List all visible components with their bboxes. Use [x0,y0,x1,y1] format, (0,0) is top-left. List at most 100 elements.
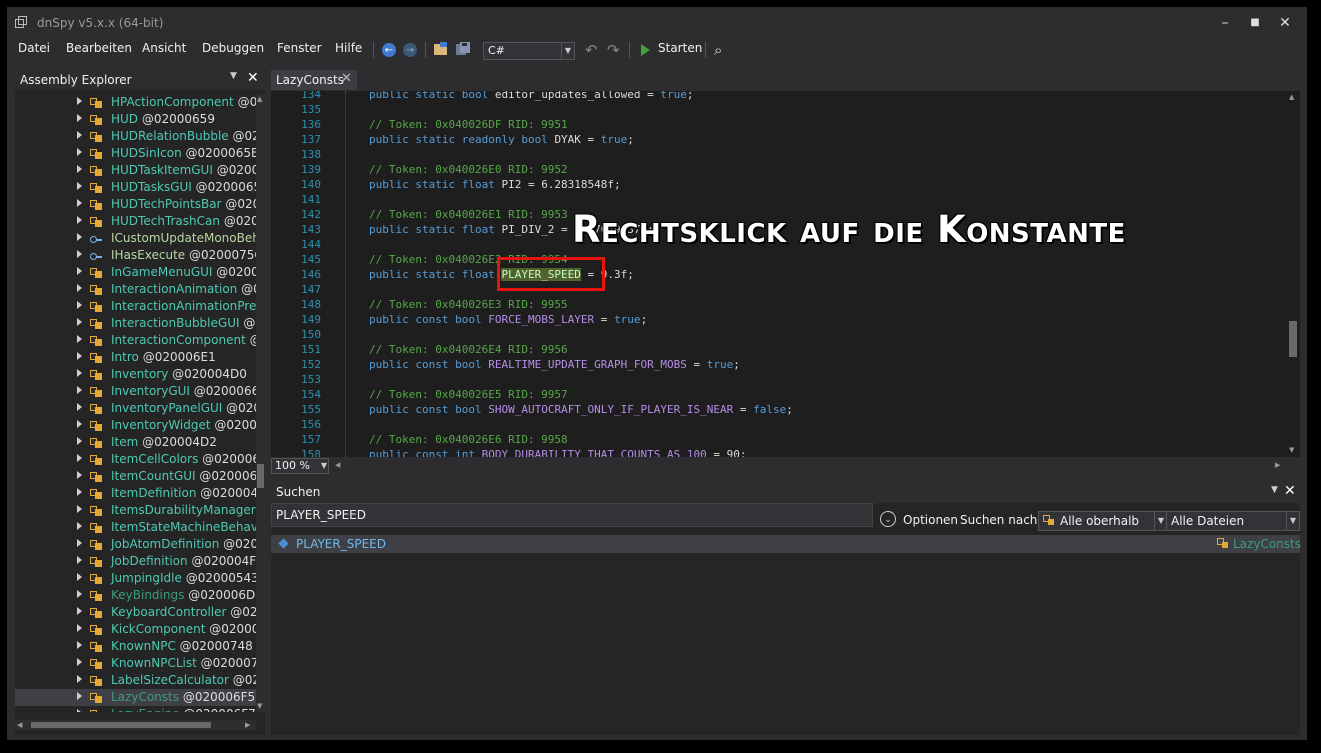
tree-item[interactable]: LazyEngine @020006F7 [15,706,256,712]
horizontal-scrollbar[interactable]: ◀ ▶ [335,461,1285,469]
tree-item[interactable]: ICustomUpdateMonoBeh [15,230,256,247]
tree-item[interactable]: HUDTasksGUI @0200065D [15,179,256,196]
minimize-button[interactable]: – [1211,13,1239,33]
scroll-down-icon[interactable]: ▼ [257,702,262,710]
tree-item[interactable]: InteractionComponent @ [15,332,256,349]
tree-item[interactable]: IHasExecute @0200075C [15,247,256,264]
tree-item[interactable]: KickComponent @020005 [15,621,256,638]
tree-item[interactable]: InteractionAnimationPres [15,298,256,315]
menu-fenster[interactable]: Fenster [277,41,322,55]
scope-select[interactable]: Alle Dateien ▼ [1166,511,1300,531]
expand-arrow-icon[interactable] [77,590,82,598]
tree-item[interactable]: Inventory @020004D0 [15,366,256,383]
expand-arrow-icon[interactable] [77,233,82,241]
vertical-scrollbar[interactable]: ▲ ▼ [256,94,265,712]
tree-item[interactable]: Item @020004D2 [15,434,256,451]
code-token[interactable]: SHOW_AUTOCRAFT_ONLY_IF_PLAYER_IS_NEAR [488,403,733,416]
run-icon[interactable] [641,44,650,56]
scrollbar-thumb[interactable] [1289,321,1297,357]
expand-arrow-icon[interactable] [77,658,82,666]
expand-arrow-icon[interactable] [77,607,82,615]
tree-item[interactable]: InteractionBubbleGUI @0 [15,315,256,332]
zoom-select[interactable]: 100 % ▼ [271,458,329,474]
expand-arrow-icon[interactable] [77,692,82,700]
menu-ansicht[interactable]: Ansicht [142,41,186,55]
code-token[interactable]: REALTIME_UPDATE_GRAPH_FOR_MOBS [488,358,687,371]
close-icon[interactable]: ✕ [1284,483,1296,499]
expand-arrow-icon[interactable] [77,624,82,632]
tree-item[interactable]: ItemStateMachineBehavic [15,519,256,536]
expand-arrow-icon[interactable] [77,471,82,479]
expand-arrow-icon[interactable] [77,505,82,513]
menu-bearbeiten[interactable]: Bearbeiten [66,41,132,55]
menu-hilfe[interactable]: Hilfe [335,41,362,55]
tree-item[interactable]: ItemCellColors @0200067 [15,451,256,468]
maximize-button[interactable]: ■ [1241,13,1269,33]
start-button[interactable]: Starten [658,41,702,55]
expand-arrow-icon[interactable] [77,182,82,190]
expand-arrow-icon[interactable] [77,301,82,309]
menu-datei[interactable]: Datei [18,41,50,55]
expand-arrow-icon[interactable] [77,148,82,156]
search-result-row[interactable]: PLAYER_SPEED LazyConsts [271,535,1301,553]
scroll-right-icon[interactable]: ▶ [1275,461,1280,469]
tree-item[interactable]: InteractionAnimation @0 [15,281,256,298]
tree-item[interactable]: HUD @02000659 [15,111,256,128]
expand-arrow-icon[interactable] [77,403,82,411]
expand-arrow-icon[interactable] [77,641,82,649]
expand-arrow-icon[interactable] [77,165,82,173]
tree-item[interactable]: ItemsDurabilityManager @ [15,502,256,519]
tree-item[interactable]: KnownNPC @02000748 [15,638,256,655]
redo-icon[interactable]: ↷ [607,41,623,59]
search-icon[interactable]: ⌕ [714,41,730,59]
tree-item[interactable]: Intro @020006E1 [15,349,256,366]
save-icon[interactable] [455,41,471,57]
search-for-select[interactable]: Alle oberhalb ▼ [1038,511,1168,531]
expand-arrow-icon[interactable] [77,352,82,360]
scrollbar-thumb[interactable] [31,722,211,728]
expand-arrow-icon[interactable] [77,97,82,105]
forward-icon[interactable]: → [403,43,417,57]
close-icon[interactable]: ✕ [247,70,259,86]
tree-item[interactable]: LazyConsts @020006F5 [15,689,256,706]
tree-item[interactable]: HUDTechPointsBar @0200 [15,196,256,213]
expand-arrow-icon[interactable] [77,199,82,207]
expand-arrow-icon[interactable] [77,437,82,445]
options-toggle[interactable]: Optionen [903,513,958,527]
tree-item[interactable]: InventoryWidget @020006 [15,417,256,434]
close-button[interactable]: ✕ [1271,13,1299,33]
scroll-down-icon[interactable]: ▼ [1289,446,1294,454]
horizontal-scrollbar[interactable]: ◀ ▶ [15,720,256,730]
code-token[interactable]: FORCE_MOBS_LAYER [488,313,594,326]
expand-arrow-icon[interactable] [77,488,82,496]
expand-arrow-icon[interactable] [77,386,82,394]
search-input[interactable] [276,507,866,523]
open-file-icon[interactable] [433,41,449,57]
tab-lazyconsts[interactable]: LazyConsts ✕ [271,70,357,90]
tree-item[interactable]: KeyBindings @020006D8 [15,587,256,604]
expand-arrow-icon[interactable] [77,454,82,462]
expand-arrow-icon[interactable] [77,420,82,428]
tree-item[interactable]: JobAtomDefinition @0200 [15,536,256,553]
scroll-right-icon[interactable]: ▶ [245,721,250,729]
pin-dropdown-icon[interactable]: ▼ [230,71,237,81]
scroll-left-icon[interactable]: ◀ [17,721,22,729]
expand-arrow-icon[interactable] [77,318,82,326]
code-editor[interactable]: 134 public static bool editor_updates_all… [271,91,1300,457]
options-expand-icon[interactable]: ⌄ [880,511,896,527]
tree-item[interactable]: ItemDefinition @020004E8 [15,485,256,502]
scroll-up-icon[interactable]: ▲ [257,95,262,103]
tree-item[interactable]: HUDRelationBubble @020 [15,128,256,145]
expand-arrow-icon[interactable] [77,709,82,712]
expand-arrow-icon[interactable] [77,250,82,258]
expand-arrow-icon[interactable] [77,114,82,122]
tree-item[interactable]: JumpingIdle @02000543 [15,570,256,587]
menu-debuggen[interactable]: Debuggen [202,41,264,55]
tree-item[interactable]: InGameMenuGUI @02000 [15,264,256,281]
expand-arrow-icon[interactable] [77,539,82,547]
close-icon[interactable]: ✕ [341,71,352,86]
expand-arrow-icon[interactable] [77,556,82,564]
tree-item[interactable]: LabelSizeCalculator @020 [15,672,256,689]
tree-item[interactable]: KeyboardController @020 [15,604,256,621]
back-icon[interactable]: ← [382,43,396,57]
